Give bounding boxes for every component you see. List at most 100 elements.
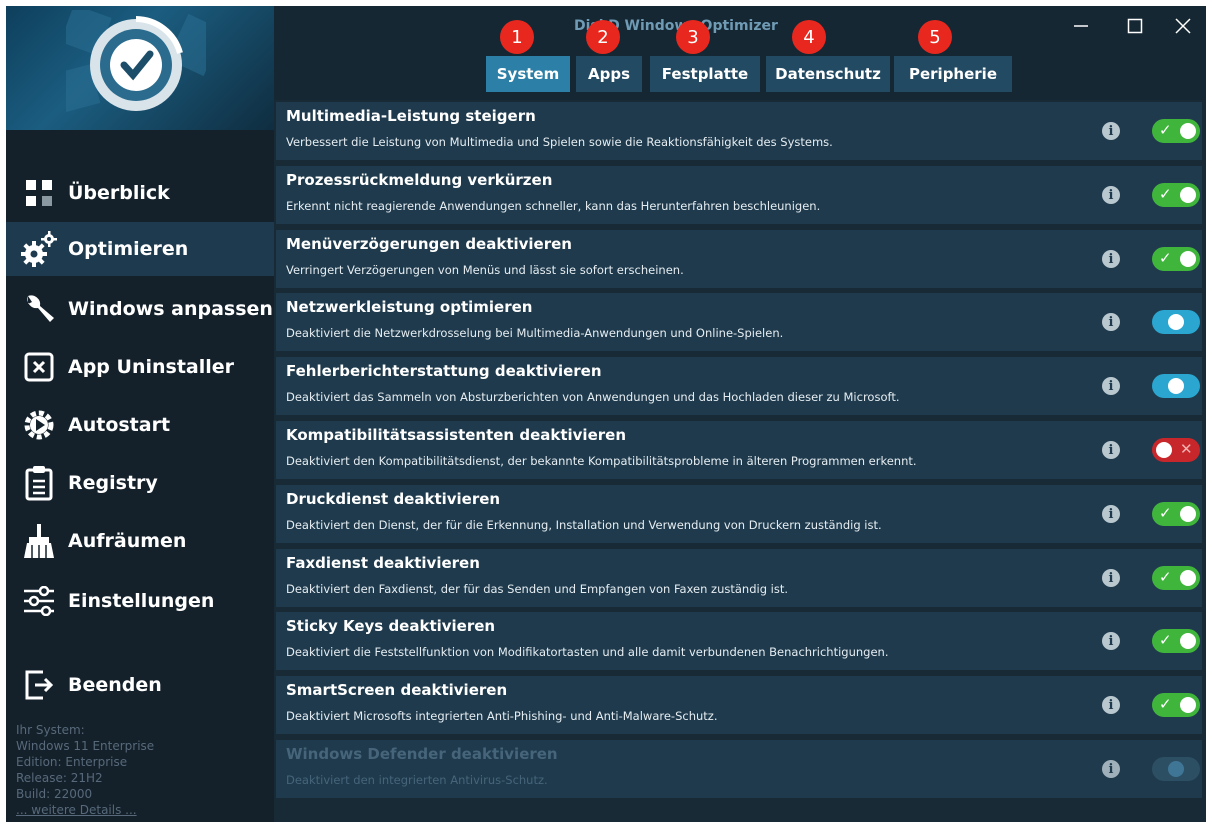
sidebar-item-ueberblick[interactable]: Überblick (6, 166, 274, 220)
toggle-knob (1156, 442, 1172, 458)
tweak-row: Druckdienst deaktivieren Deaktiviert den … (276, 485, 1202, 543)
tweak-toggle[interactable]: ✓ (1152, 566, 1200, 590)
tweak-description: Deaktiviert die Feststellfunktion von Mo… (286, 645, 889, 659)
tweak-description: Deaktiviert den integrierten Antivirus-S… (286, 773, 548, 787)
maximize-icon (1127, 18, 1143, 34)
info-icon[interactable]: i (1102, 313, 1120, 331)
system-info-edition: Edition: Enterprise (16, 755, 128, 769)
tab-apps[interactable]: Apps (576, 56, 642, 92)
sidebar-item-beenden[interactable]: Beenden (6, 658, 274, 712)
tweak-title: SmartScreen deaktivieren (286, 681, 508, 699)
system-info-release: Release: 21H2 (16, 771, 103, 785)
app-logo (6, 6, 274, 130)
toggle-knob (1180, 570, 1196, 586)
sidebar-item-label: App Uninstaller (68, 356, 235, 378)
broom-icon (18, 520, 60, 562)
tweak-title: Windows Defender deaktivieren (286, 745, 558, 763)
tweak-toggle (1152, 757, 1200, 781)
tab-label: Datenschutz (775, 65, 881, 83)
sidebar-item-label: Windows anpassen (68, 298, 273, 320)
info-icon[interactable]: i (1102, 696, 1120, 714)
tweak-row: Faxdienst deaktivieren Deaktiviert den Fa… (276, 549, 1202, 607)
toggle-knob (1168, 314, 1184, 330)
minimize-button[interactable] (1058, 10, 1104, 42)
sidebar-item-windows-anpassen[interactable]: Windows anpassen (6, 282, 274, 336)
tweak-title: Multimedia-Leistung steigern (286, 107, 536, 125)
tweak-toggle[interactable]: ✓ (1152, 629, 1200, 653)
tweak-description: Deaktiviert den Kompatibilitätsdienst, d… (286, 454, 917, 468)
gears-icon (18, 228, 60, 270)
close-button[interactable] (1160, 10, 1206, 42)
sidebar-item-label: Beenden (68, 674, 162, 696)
info-icon[interactable]: i (1102, 505, 1120, 523)
toggle-knob (1180, 697, 1196, 713)
app-window: Überblick Optimieren Windows anpassen Ap… (6, 6, 1206, 822)
tweak-description: Deaktiviert den Dienst, der für die Erke… (286, 518, 882, 532)
tab-label: Apps (587, 65, 630, 83)
maximize-button[interactable] (1112, 10, 1158, 42)
tweak-row: Windows Defender deaktivieren Deaktiviert… (276, 740, 1202, 798)
gear-logo-icon (66, 10, 206, 116)
tab-peripherie[interactable]: Peripherie (894, 56, 1012, 92)
tab-datenschutz[interactable]: Datenschutz (766, 56, 890, 92)
info-icon[interactable]: i (1102, 569, 1120, 587)
check-icon: ✓ (1159, 249, 1172, 267)
sidebar-item-app-uninstaller[interactable]: App Uninstaller (6, 340, 274, 394)
tweak-title: Prozessrückmeldung verkürzen (286, 171, 553, 189)
tweak-toggle[interactable] (1152, 374, 1200, 398)
toggle-knob (1180, 251, 1196, 267)
check-icon: ✓ (1159, 568, 1172, 586)
details-link[interactable]: ... weitere Details ... (16, 803, 137, 817)
info-icon[interactable]: i (1102, 186, 1120, 204)
sidebar-item-optimieren[interactable]: Optimieren (6, 222, 274, 276)
tweak-title: Netzwerkleistung optimieren (286, 298, 533, 316)
tweak-toggle[interactable] (1152, 310, 1200, 334)
info-icon[interactable]: i (1102, 377, 1120, 395)
toggle-knob (1168, 378, 1184, 394)
tweak-description: Verbessert die Leistung von Multimedia u… (286, 135, 833, 149)
sidebar-item-label: Registry (68, 472, 158, 494)
tweak-title: Fehlerberichterstattung deaktivieren (286, 362, 602, 380)
tweak-toggle[interactable]: ✓ (1152, 119, 1200, 143)
overview-icon (18, 172, 60, 214)
tweak-row: Sticky Keys deaktivieren Deaktiviert die … (276, 612, 1202, 670)
system-info-os: Windows 11 Enterprise (16, 739, 155, 753)
sidebar-item-registry[interactable]: Registry (6, 456, 274, 510)
tab-label: Festplatte (661, 65, 749, 83)
system-info-heading: Ihr System: (16, 723, 85, 737)
toggle-knob (1180, 506, 1196, 522)
tweak-description: Deaktiviert die Netzwerkdrosselung bei M… (286, 326, 784, 340)
tweak-title: Faxdienst deaktivieren (286, 554, 480, 572)
sidebar-item-einstellungen[interactable]: Einstellungen (6, 574, 274, 628)
tweak-description: Deaktiviert Microsofts integrierten Anti… (286, 709, 718, 723)
tweak-row: Prozessrückmeldung verkürzen Erkennt nich… (276, 166, 1202, 224)
tab-festplatte[interactable]: Festplatte (650, 56, 760, 92)
tab-system[interactable]: System (486, 56, 570, 92)
tweak-toggle[interactable]: ✓ (1152, 247, 1200, 271)
annotation-badge-1: 1 (500, 20, 534, 54)
info-icon[interactable]: i (1102, 632, 1120, 650)
toggle-knob (1180, 123, 1196, 139)
tweak-title: Kompatibilitätsassistenten deaktivieren (286, 426, 626, 444)
info-icon[interactable]: i (1102, 760, 1120, 778)
info-icon[interactable]: i (1102, 122, 1120, 140)
clipboard-icon (18, 462, 60, 504)
tweak-toggle[interactable]: ✕ (1152, 438, 1200, 462)
info-icon[interactable]: i (1102, 441, 1120, 459)
sidebar-item-autostart[interactable]: Autostart (6, 398, 274, 452)
tweak-description: Deaktiviert das Sammeln von Absturzberic… (286, 390, 900, 404)
minimize-icon (1074, 25, 1088, 27)
cross-icon: ✕ (1180, 440, 1193, 458)
sidebar-item-aufraeumen[interactable]: Aufräumen (6, 514, 274, 568)
tweak-toggle[interactable]: ✓ (1152, 502, 1200, 526)
tweak-toggle[interactable]: ✓ (1152, 693, 1200, 717)
tweak-description: Verringert Verzögerungen von Menüs und l… (286, 263, 684, 277)
tweak-row: Fehlerberichterstattung deaktivieren Deak… (276, 357, 1202, 415)
tweak-toggle[interactable]: ✓ (1152, 183, 1200, 207)
info-icon[interactable]: i (1102, 250, 1120, 268)
sidebar-item-label: Überblick (68, 182, 170, 204)
toggle-knob (1168, 761, 1184, 777)
tab-label: System (496, 65, 560, 83)
tweak-row: Netzwerkleistung optimieren Deaktiviert d… (276, 293, 1202, 351)
tweak-row: Kompatibilitätsassistenten deaktivieren D… (276, 421, 1202, 479)
